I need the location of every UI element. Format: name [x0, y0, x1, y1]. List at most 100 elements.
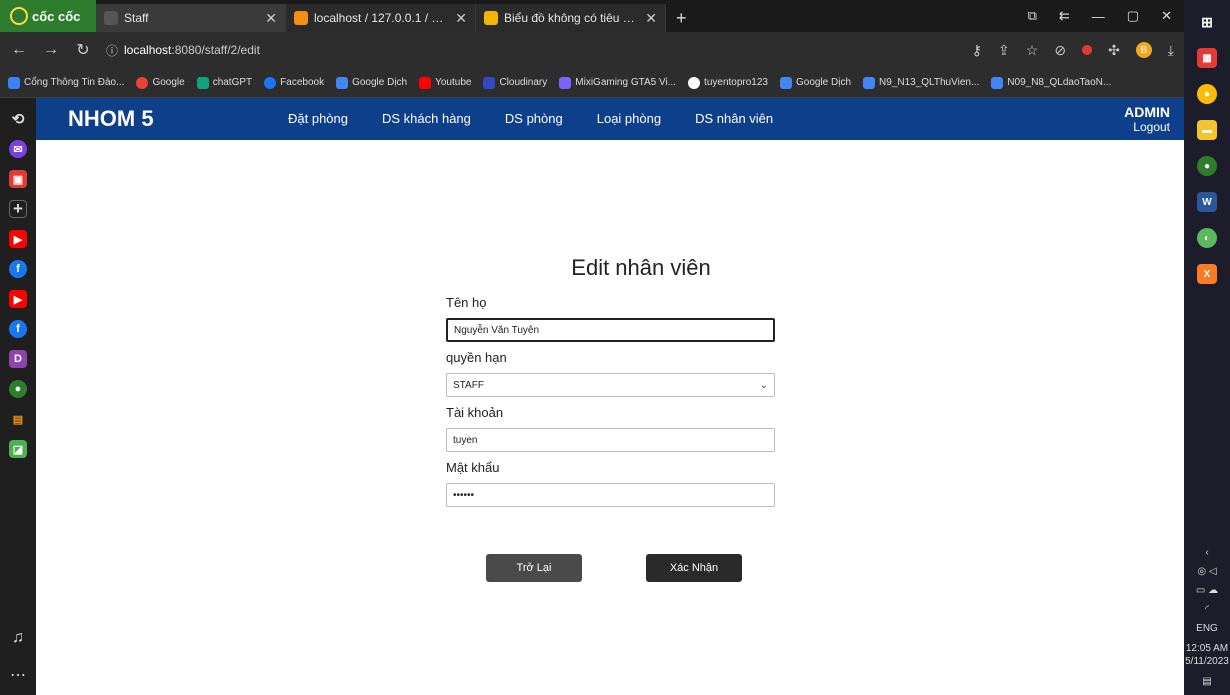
bookmark-item[interactable]: Facebook: [264, 76, 324, 89]
bookmark-item[interactable]: MixiGaming GTA5 Vi...: [559, 76, 676, 89]
bookmark-item[interactable]: tuyentopro123: [688, 76, 768, 89]
role-value: STAFF: [453, 379, 484, 391]
language-indicator[interactable]: ENG: [1196, 623, 1218, 634]
clock[interactable]: 12:05 AM 5/11/2023: [1185, 642, 1229, 668]
tab-chart[interactable]: Biểu đồ không có tiêu đề - ✕: [476, 4, 666, 32]
close-tab-icon[interactable]: ✕: [455, 10, 467, 27]
more-icon[interactable]: ⋯: [10, 665, 26, 685]
xampp-icon[interactable]: X: [1197, 264, 1217, 284]
close-tab-icon[interactable]: ✕: [265, 10, 277, 27]
username: ADMIN: [1124, 104, 1170, 120]
docs-icon: [863, 76, 876, 89]
logout-link[interactable]: Logout: [1124, 120, 1170, 134]
game-icon[interactable]: ◪: [9, 440, 27, 458]
add-icon[interactable]: +: [9, 199, 27, 218]
system-tray: ‹ ◎ ◁ ▭ ☁ ◜ ENG 12:05 AM 5/11/2023 ▤: [1184, 547, 1230, 687]
bookmark-item[interactable]: N9_N13_QLThuVien...: [863, 76, 979, 89]
tab-staff[interactable]: Staff ✕: [96, 4, 286, 32]
coccoc-icon[interactable]: ●: [1197, 156, 1217, 176]
back-arrow-icon[interactable]: ←: [10, 41, 28, 59]
brand-text: cốc cốc: [32, 8, 81, 24]
confirm-button[interactable]: Xác Nhận: [646, 554, 742, 582]
password-value: ••••••: [453, 489, 475, 501]
info-icon[interactable]: ⓘ: [106, 42, 118, 59]
nav-link-rooms[interactable]: DS phòng: [505, 111, 563, 126]
role-select[interactable]: STAFF ⌄: [446, 373, 775, 397]
bookmark-label: Youtube: [435, 77, 472, 88]
sidebar-bottom: ♫ ⋯: [0, 629, 36, 685]
coccoc-icon[interactable]: ●: [9, 380, 27, 398]
nav-links: Đặt phòng DS khách hàng DS phòng Loại ph…: [288, 111, 773, 126]
bookmark-item[interactable]: chatGPT: [196, 76, 252, 89]
tab-title: Staff: [124, 11, 149, 25]
tab-phpmyadmin[interactable]: localhost / 127.0.0.1 / hms / ✕: [286, 4, 476, 32]
d-app-icon[interactable]: D: [9, 350, 27, 368]
name-value: Nguyễn Văn Tuyên: [454, 324, 540, 336]
github-icon: [688, 76, 701, 89]
facebook-icon[interactable]: f: [9, 260, 27, 278]
bookmark-item[interactable]: Google Dịch: [336, 76, 407, 89]
block-icon[interactable]: ⊘: [1054, 42, 1066, 59]
youtube-icon[interactable]: ▶: [9, 290, 27, 308]
share-icon[interactable]: ⇪: [998, 42, 1010, 59]
nav-link-staff[interactable]: DS nhân viên: [695, 111, 773, 126]
chrome-icon[interactable]: ●: [1197, 84, 1217, 104]
nav-link-customers[interactable]: DS khách hàng: [382, 111, 471, 126]
name-input[interactable]: Nguyễn Văn Tuyên: [446, 318, 775, 342]
extensions-icon[interactable]: ✣: [1108, 42, 1120, 59]
close-window-icon[interactable]: ✕: [1161, 8, 1172, 24]
back-icon[interactable]: ⇇: [1059, 8, 1070, 24]
bookmark-item[interactable]: Cloudinary: [483, 76, 547, 89]
youtube-icon: [419, 76, 432, 89]
word-icon[interactable]: W: [1197, 192, 1217, 212]
address-bar[interactable]: ⓘ localhost:8080/staff/2/edit: [106, 42, 958, 59]
bookmark-item[interactable]: Google: [136, 76, 185, 89]
nav-link-room-types[interactable]: Loại phòng: [597, 111, 661, 126]
minimize-icon[interactable]: —: [1092, 9, 1105, 24]
account-input[interactable]: tuyen: [446, 428, 775, 452]
app-green-icon[interactable]: ◐: [1197, 228, 1217, 248]
password-input[interactable]: ••••••: [446, 483, 775, 507]
app-icon[interactable]: ▦: [1197, 48, 1217, 68]
cast-icon[interactable]: ⧉: [1028, 8, 1037, 24]
facebook-icon[interactable]: f: [9, 320, 27, 338]
messenger-icon[interactable]: ✉: [9, 140, 27, 158]
maximize-icon[interactable]: ▢: [1127, 8, 1139, 24]
browser-brand[interactable]: cốc cốc: [0, 0, 96, 32]
close-tab-icon[interactable]: ✕: [645, 10, 657, 27]
new-tab-button[interactable]: +: [666, 4, 697, 32]
edit-staff-form: Edit nhân viên Tên họ Nguyễn Văn Tuyên q…: [446, 255, 776, 515]
reload-icon[interactable]: ↻: [74, 40, 92, 60]
network-icon[interactable]: ▭ ☁: [1196, 585, 1218, 596]
bell-icon[interactable]: ♫: [12, 629, 24, 647]
forward-arrow-icon[interactable]: →: [42, 41, 60, 59]
bookmark-item[interactable]: Google Dịch: [780, 76, 851, 89]
app-icon[interactable]: ▣: [9, 170, 27, 188]
key-icon[interactable]: ⚷: [972, 42, 982, 59]
nav-link-booking[interactable]: Đặt phòng: [288, 111, 348, 126]
chevron-left-icon[interactable]: ‹: [1205, 547, 1208, 558]
bookmark-item[interactable]: Youtube: [419, 76, 472, 89]
wifi-icon[interactable]: ◜: [1205, 604, 1209, 615]
windows-start-icon[interactable]: ⊞: [1197, 12, 1217, 32]
tab-title: Biểu đồ không có tiêu đề -: [504, 11, 640, 25]
bookmark-item[interactable]: Cổng Thông Tin Đào...: [8, 76, 125, 89]
name-label: Tên họ: [446, 295, 487, 310]
bookmark-item[interactable]: N09_N8_QLdaoTaoN...: [991, 76, 1111, 89]
back-button[interactable]: Trở Lại: [486, 554, 582, 582]
notification-icon[interactable]: ▤: [1202, 676, 1211, 687]
shopping-icon[interactable]: ▤: [9, 410, 27, 428]
history-icon[interactable]: ⟲: [9, 110, 27, 128]
star-icon[interactable]: ☆: [1026, 42, 1039, 59]
app-logo[interactable]: NHOM 5: [68, 106, 154, 132]
download-icon[interactable]: ⤓: [1168, 42, 1174, 59]
record-icon[interactable]: [1082, 45, 1093, 55]
profile-avatar[interactable]: B: [1135, 42, 1152, 58]
folder-icon[interactable]: ▬: [1197, 120, 1217, 140]
volume-icon[interactable]: ◎ ◁: [1197, 566, 1216, 577]
phpmyadmin-icon: [294, 11, 308, 25]
window-controls: ⧉ ⇇ — ▢ ✕: [1028, 0, 1184, 32]
chevron-down-icon: ⌄: [759, 379, 768, 391]
bookmark-label: Cổng Thông Tin Đào...: [24, 77, 125, 88]
youtube-icon[interactable]: ▶: [9, 230, 27, 248]
